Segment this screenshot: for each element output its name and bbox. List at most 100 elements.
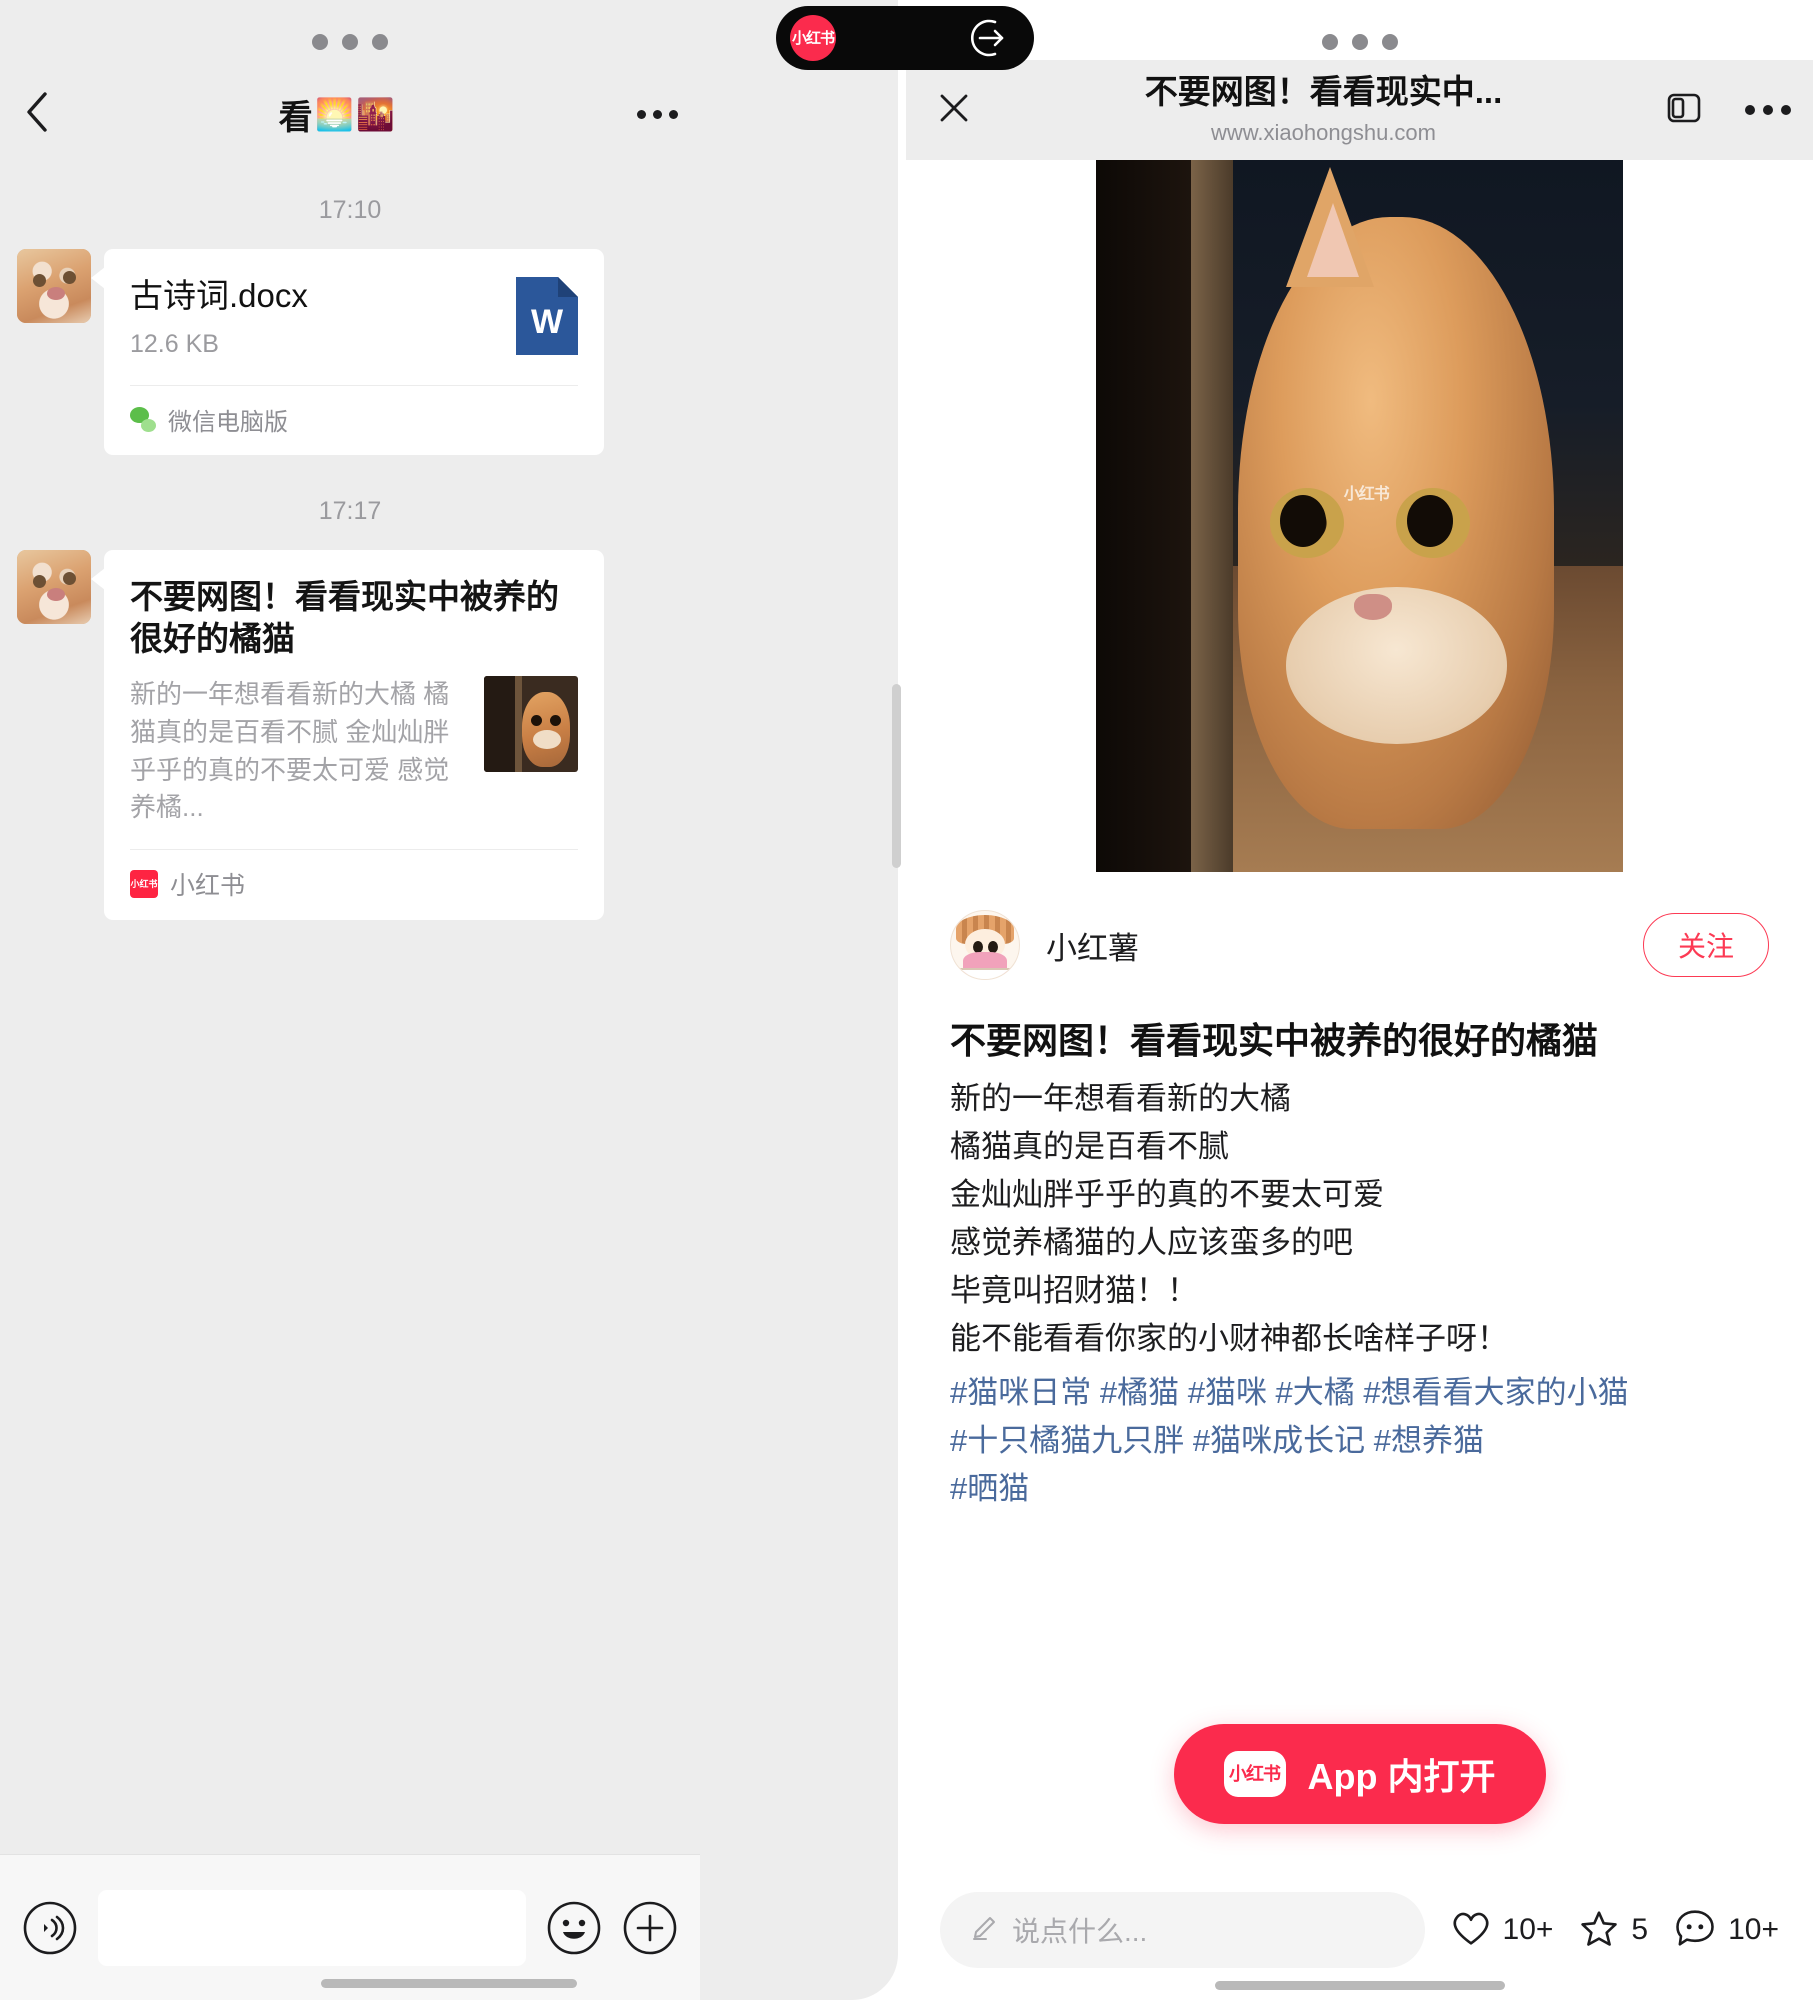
link-message-bubble[interactable]: 不要网图！看看现实中被养的很好的橘猫 新的一年想看看新的大橘 橘猫真的是百看不腻… xyxy=(91,549,604,921)
post-body: 新的一年想看看新的大橘 橘猫真的是百看不腻 金灿灿胖乎乎的真的不要太可爱 感觉养… xyxy=(906,1065,1813,1363)
status-dot xyxy=(1321,34,1338,50)
comment-count: 10+ xyxy=(1728,1913,1779,1946)
sender-avatar[interactable] xyxy=(17,249,91,323)
orange-cat-peeking-behind-door[interactable]: 小红书 xyxy=(1096,160,1623,872)
chevron-left-icon xyxy=(24,91,50,138)
more-horizontal-icon xyxy=(636,109,646,119)
bubble-tail xyxy=(91,267,105,289)
wechat-chat-header: 看 🌅 🌇 xyxy=(0,78,700,150)
right-status-dots xyxy=(906,34,1813,50)
file-card[interactable]: 古诗词.docx 12.6 KB W 微信电脑版 xyxy=(104,249,604,455)
file-message-bubble[interactable]: 古诗词.docx 12.6 KB W 微信电脑版 xyxy=(91,249,604,455)
like-action[interactable]: 10+ xyxy=(1451,1909,1554,1952)
link-card-footer: 小红书 小红书 xyxy=(104,850,604,920)
more-horizontal-icon xyxy=(1763,105,1773,115)
chat-message-list: 17:10 古诗词.docx 12.6 KB W 微信电脑版 17:17 不要网… xyxy=(0,170,700,1854)
comment-action[interactable]: 10+ xyxy=(1674,1908,1779,1953)
message-timestamp: 17:10 xyxy=(318,196,382,224)
dynamic-island[interactable]: 小红书 xyxy=(776,6,1034,70)
panel-layout-button[interactable] xyxy=(1645,60,1723,160)
file-size: 12.6 KB xyxy=(130,329,219,358)
right-phone-xhs-webview: 不要网图！看看现实中... www.xiaohongshu.com 小红书 小红… xyxy=(906,0,1813,2000)
file-name: 古诗词.docx xyxy=(130,277,308,314)
post-line: 能不能看看你家的小财神都长啥样子呀！ xyxy=(950,1321,1508,1357)
bubble-tail xyxy=(91,567,105,590)
emoji-smiley-icon[interactable] xyxy=(546,1900,602,1956)
link-card[interactable]: 不要网图！看看现实中被养的很好的橘猫 新的一年想看看新的大橘 橘猫真的是百看不腻… xyxy=(104,549,604,921)
collect-count: 5 xyxy=(1631,1913,1649,1946)
svg-text:W: W xyxy=(531,303,564,341)
comment-bubble-icon xyxy=(1674,1908,1716,1953)
screenshot-root: 看 🌅 🌇 17:10 古诗词.docx 12.6 KB W 微信电脑版 17:… xyxy=(0,0,1813,2000)
plus-circle-icon[interactable] xyxy=(622,1900,678,1956)
link-card-description: 新的一年想看看新的大橘 橘猫真的是百看不腻 金灿灿胖乎乎的真的不要太可爱 感觉养… xyxy=(130,679,450,823)
home-indicator xyxy=(1214,1981,1505,1990)
chat-title-text: 看 xyxy=(278,98,314,137)
close-x-icon xyxy=(936,90,972,131)
open-in-app-label: App 内打开 xyxy=(1307,1756,1496,1797)
comment-placeholder: 说点什么... xyxy=(1012,1916,1148,1947)
hashtag-line[interactable]: #猫咪日常 #橘猫 #猫咪 #大橘 #想看看大家的小猫 xyxy=(950,1369,1769,1417)
webview-more-button[interactable] xyxy=(1723,60,1813,160)
sunset-city-emoji: 🌇 xyxy=(356,96,396,132)
status-dot xyxy=(372,34,388,50)
post-title: 不要网图！看看现实中被养的很好的橘猫 xyxy=(950,1020,1599,1061)
star-icon xyxy=(1579,1909,1619,1952)
chat-more-button[interactable] xyxy=(614,78,700,150)
like-count: 10+ xyxy=(1502,1913,1554,1946)
chat-title: 看 🌅 🌇 xyxy=(60,90,614,139)
left-phone-wechat-chat: 看 🌅 🌇 17:10 古诗词.docx 12.6 KB W 微信电脑版 17:… xyxy=(0,0,898,2000)
xiaohongshu-icon: 小红书 xyxy=(130,870,158,899)
status-dot xyxy=(1381,34,1398,50)
xiaohongshu-icon: 小红书 xyxy=(790,15,836,61)
message-row-file: 古诗词.docx 12.6 KB W 微信电脑版 xyxy=(0,249,700,455)
status-dot xyxy=(342,34,358,50)
follow-button[interactable]: 关注 xyxy=(1642,913,1769,977)
cartoon-girl-avatar[interactable] xyxy=(950,910,1020,980)
chat-text-input[interactable] xyxy=(98,1889,526,1966)
post-line: 新的一年想看看新的大橘 xyxy=(950,1080,1291,1116)
link-card-title: 不要网图！看看现实中被养的很好的橘猫 xyxy=(130,577,559,658)
author-row: 小红薯 关注 xyxy=(906,872,1813,980)
post-line: 感觉养橘猫的人应该蛮多的吧 xyxy=(950,1224,1353,1260)
file-source-label: 微信电脑版 xyxy=(168,408,288,436)
post-line: 金灿灿胖乎乎的真的不要太可爱 xyxy=(950,1176,1384,1212)
page-title: 不要网图！看看现实中... xyxy=(1144,73,1503,111)
webview-content: 小红书 小红薯 关注 不要网图！看看现实中被养的很好的橘猫 新的一年想看看新的大… xyxy=(906,160,1813,1860)
message-row-link: 不要网图！看看现实中被养的很好的橘猫 新的一年想看看新的大橘 橘猫真的是百看不腻… xyxy=(0,549,700,921)
page-scrollbar[interactable] xyxy=(892,684,901,868)
post-action-bar: 说点什么... 10+ 5 10+ xyxy=(906,1860,1813,2000)
link-source-label: 小红书 xyxy=(170,872,246,901)
home-indicator xyxy=(321,1979,577,1988)
post-line: 毕竟叫招财猫！！ xyxy=(950,1272,1198,1308)
author-name[interactable]: 小红薯 xyxy=(1046,923,1643,968)
comment-input[interactable]: 说点什么... xyxy=(940,1892,1425,1968)
more-horizontal-icon xyxy=(1745,105,1755,115)
orange-cat-thumbnail xyxy=(484,676,578,773)
word-document-icon: W xyxy=(516,277,578,355)
sunrise-emoji: 🌅 xyxy=(315,96,355,132)
collect-action[interactable]: 5 xyxy=(1579,1909,1648,1952)
arrow-into-circle-icon[interactable] xyxy=(968,16,1012,60)
open-in-app-button[interactable]: 小红书 App 内打开 xyxy=(1173,1724,1546,1824)
watermark: 小红书 xyxy=(1343,486,1390,504)
pencil-icon xyxy=(970,1914,998,1947)
voice-input-icon[interactable] xyxy=(22,1900,78,1956)
left-status-dots xyxy=(0,34,700,50)
close-button[interactable] xyxy=(906,60,1002,160)
post-hashtags: #猫咪日常 #橘猫 #猫咪 #大橘 #想看看大家的小猫 #十只橘猫九只胖 #猫咪… xyxy=(906,1363,1813,1513)
webview-title-block: 不要网图！看看现实中... www.xiaohongshu.com xyxy=(1002,74,1645,145)
status-dot xyxy=(312,34,328,50)
webview-header: 不要网图！看看现实中... www.xiaohongshu.com xyxy=(906,60,1813,160)
hashtag-line[interactable]: #十只橘猫九只胖 #猫咪成长记 #想养猫 xyxy=(950,1417,1769,1465)
more-horizontal-icon xyxy=(668,109,678,119)
sender-avatar[interactable] xyxy=(17,549,91,624)
page-url: www.xiaohongshu.com xyxy=(1210,119,1436,145)
post-line: 橘猫真的是百看不腻 xyxy=(950,1128,1229,1164)
more-horizontal-icon xyxy=(1781,105,1791,115)
heart-icon xyxy=(1451,1909,1491,1952)
xiaohongshu-icon: 小红书 xyxy=(1223,1751,1286,1797)
panel-layout-icon xyxy=(1664,88,1704,133)
hashtag-line[interactable]: #晒猫 xyxy=(950,1465,1769,1513)
message-timestamp: 17:17 xyxy=(318,496,382,525)
